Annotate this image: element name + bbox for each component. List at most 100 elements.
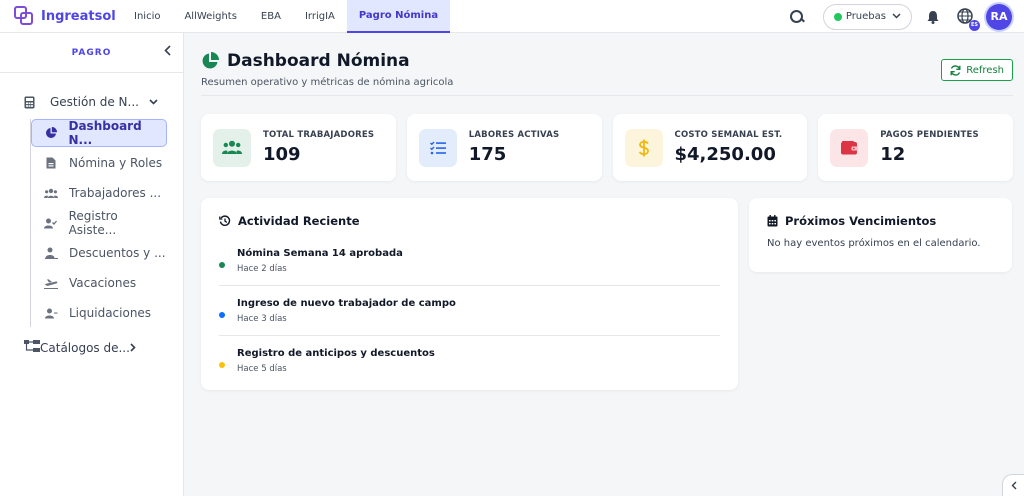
users-icon [213,128,251,167]
sidebar-item-nomina-roles[interactable]: Nómina y Roles [31,149,167,177]
environment-status-dot [833,12,842,21]
sidebar-item-vacaciones[interactable]: Vacaciones [31,269,167,297]
sidebar-item-label: Vacaciones [69,276,137,290]
calculator-icon [24,96,38,109]
activity-item: Registro de anticipos y descuentos Hace … [219,336,720,386]
nav-tab-eba[interactable]: EBA [249,0,293,33]
chevron-left-icon[interactable] [1002,474,1024,496]
nav-tab-pagro-nomina[interactable]: Pagro Nómina [346,0,451,33]
page-subtitle: Resumen operativo y métricas de nómina a… [201,77,454,88]
card-title: Actividad Reciente [219,214,720,228]
sidebar-item-label: Descuentos y ... [69,246,166,260]
sidebar-header: PAGRO [0,33,183,73]
environment-selector[interactable]: Pruebas [822,3,912,30]
brand-name: Ingreatsol [41,8,116,24]
user-avatar[interactable]: RA [986,3,1012,30]
user-minus-icon [44,247,58,259]
bell-icon[interactable] [926,9,940,25]
file-invoice-icon [44,157,58,169]
kpi-label: PAGOS PENDIENTES [880,130,979,140]
sidebar-item-registro-asistencia[interactable]: Registro Asiste... [31,209,167,237]
sidebar-item-descuentos[interactable]: Descuentos y ... [31,239,167,267]
nav-tab-inicio[interactable]: Inicio [122,0,172,33]
users-icon [44,188,58,199]
kpi-cards: TOTAL TRABAJADORES 109 LABORES ACTIVAS 1… [201,114,1013,181]
activity-title: Ingreso de nuevo trabajador de campo [237,297,456,309]
activity-status-dot [219,261,225,268]
sidebar-title: PAGRO [71,47,112,58]
refresh-button[interactable]: Refresh [941,59,1013,81]
nav-tab-irrigia[interactable]: IrrigIA [293,0,347,33]
sidebar-item-trabajadores[interactable]: Trabajadores ... [31,179,167,207]
globe-icon[interactable]: ES [956,7,980,31]
plane-icon [44,278,58,289]
kpi-card-costo-semanal: COSTO SEMANAL EST. $4,250.00 [612,114,808,181]
sidebar-group-label: Catálogos de... [40,341,130,355]
refresh-icon [950,64,961,76]
kpi-value: 175 [468,144,507,165]
page-title: Dashboard Nómina [201,51,1013,71]
chevron-down-icon [149,97,158,108]
sidebar-item-label: Trabajadores ... [69,186,162,200]
nav-tabs: Inicio AllWeights EBA IrrigIA Pagro Nómi… [122,0,451,33]
activity-time: Hace 2 días [237,263,287,274]
user-clock-icon [44,308,58,319]
sidebar: PAGRO Gestión de N... Dashboard N... Nóm… [0,33,184,496]
brand[interactable]: Ingreatsol [14,6,122,26]
kpi-label: COSTO SEMANAL EST. [674,130,783,140]
sidebar-group-gestion-nomina[interactable]: Gestión de N... [0,87,183,117]
sidebar-item-label: Dashboard N... [68,119,142,147]
upcoming-empty-text: No hay eventos próximos en el calendario… [767,238,981,249]
user-check-icon [44,218,58,229]
card-title: Próximos Vencimientos [767,214,994,228]
chevron-right-icon [130,341,136,355]
chart-pie-icon [44,127,58,139]
search-icon[interactable] [789,9,805,25]
activity-item: Ingreso de nuevo trabajador de campo Hac… [219,286,720,336]
kpi-label: LABORES ACTIVAS [468,130,560,140]
refresh-label: Refresh [966,64,1004,76]
sidebar-item-label: Registro Asiste... [68,209,118,237]
kpi-value: 12 [880,144,906,165]
activity-title: Registro de anticipos y descuentos [237,348,435,359]
upcoming-deadlines-card: Próximos Vencimientos No hay eventos pró… [749,198,1012,272]
kpi-value: 109 [263,144,301,165]
chart-pie-icon [201,52,219,70]
sidebar-subitems: Dashboard N... Nómina y Roles Trabajador… [30,119,183,327]
recent-activity-card: Actividad Reciente Nómina Semana 14 apro… [201,198,738,390]
activity-list: Nómina Semana 14 aprobada Hace 2 días In… [219,236,720,386]
top-navbar: Ingreatsol Inicio AllWeights EBA IrrigIA… [0,0,1024,33]
language-badge: ES [969,19,980,31]
kpi-card-labores-activas: LABORES ACTIVAS 175 [406,114,602,181]
activity-title: Nómina Semana 14 aprobada [237,247,403,259]
sidebar-group-catalogos[interactable]: Catálogos de... [0,333,183,363]
sidebar-group-label: Gestión de N... [50,95,139,109]
chevron-down-icon [892,11,901,22]
activity-time: Hace 5 días [237,364,287,374]
environment-label: Pruebas [845,11,886,22]
card-title-text: Actividad Reciente [238,214,360,228]
activity-item: Nómina Semana 14 aprobada Hace 2 días [219,236,720,286]
list-check-icon [418,128,457,167]
nav-tab-allweights[interactable]: AllWeights [172,0,248,33]
sidebar-item-label: Liquidaciones [69,306,152,320]
kpi-value: $4,250.00 [674,144,776,165]
page-title-text: Dashboard Nómina [227,51,410,71]
activity-status-dot [219,362,225,368]
kpi-label: TOTAL TRABAJADORES [263,130,375,140]
sitemap-icon [24,340,40,356]
sidebar-collapse-icon[interactable] [164,45,171,59]
card-title-text: Próximos Vencimientos [785,214,937,228]
sidebar-item-label: Nómina y Roles [69,156,163,170]
sidebar-item-liquidaciones[interactable]: Liquidaciones [31,299,167,327]
kpi-card-total-trabajadores: TOTAL TRABAJADORES 109 [201,114,396,181]
dollar-icon [624,128,663,167]
activity-status-dot [219,311,225,318]
history-icon [219,215,231,227]
activity-time: Hace 3 días [237,313,287,324]
kpi-card-pagos-pendientes: PAGOS PENDIENTES 12 [818,114,1013,181]
wallet-icon [830,128,869,167]
sidebar-item-dashboard-nomina[interactable]: Dashboard N... [31,119,167,147]
brand-logo-icon [14,6,34,26]
calendar-icon [767,215,778,227]
